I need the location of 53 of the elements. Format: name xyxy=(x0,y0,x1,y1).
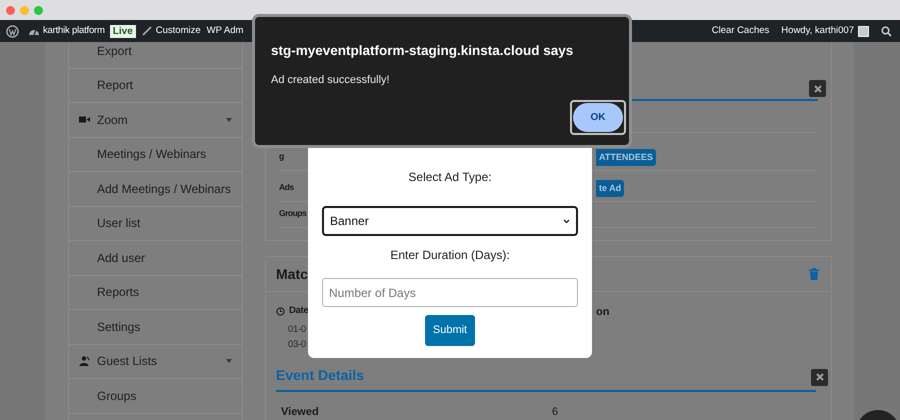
sidebar-menu-item[interactable]: User list xyxy=(69,206,242,241)
sidebar-menu-item[interactable]: Add Meetings / Webinars xyxy=(69,172,242,206)
dropdown-arrow-icon xyxy=(226,118,232,122)
row-label: Viewed xyxy=(280,404,320,420)
duration-input[interactable]: Number of Days xyxy=(322,278,578,307)
sidebar-menu-item[interactable]: Settings xyxy=(69,310,242,344)
chevron-down-icon xyxy=(563,218,570,224)
field-label: Enter Duration (Days): xyxy=(390,247,510,264)
live-badge: Live xyxy=(110,24,136,38)
close-button[interactable] xyxy=(811,368,828,386)
sidebar-menu-item[interactable]: Reports xyxy=(69,276,242,310)
sidebar-menu-item[interactable]: Zoom xyxy=(69,103,242,138)
clock-icon xyxy=(276,306,285,316)
admin-menu-link[interactable]: WP Adm xyxy=(206,24,244,38)
video-camera-icon xyxy=(79,116,90,124)
section-title: Event Details xyxy=(276,366,364,384)
date-label: Date xyxy=(289,304,308,318)
menu-label: Zoom xyxy=(97,112,129,129)
dropdown-arrow-icon xyxy=(226,359,232,364)
action-button[interactable]: te Ad xyxy=(596,180,624,197)
submit-button[interactable]: Submit xyxy=(425,315,475,346)
wordpress-logo-icon[interactable] xyxy=(6,24,19,38)
account-link[interactable]: Howdy, karthi007 xyxy=(781,24,854,38)
sidebar-menu-item[interactable]: Guest Lists xyxy=(69,344,242,379)
search-icon[interactable] xyxy=(881,26,892,36)
sidebar-menu-item[interactable]: Groups xyxy=(69,379,242,414)
row-value: 6 xyxy=(552,404,558,420)
avatar-icon xyxy=(858,26,869,36)
close-button[interactable] xyxy=(809,80,826,97)
alert-message: Ad created successfully! xyxy=(271,73,391,88)
sidebar-menu-item[interactable]: Meetings / Webinars xyxy=(69,138,242,172)
row-label: g xyxy=(279,150,284,164)
menu-label: Guest Lists xyxy=(97,353,158,370)
field-label: Select Ad Type: xyxy=(408,169,492,186)
row-label: Groups xyxy=(279,207,306,220)
date-text: 01-0 xyxy=(288,322,306,336)
close-icon xyxy=(816,373,824,381)
ok-button[interactable]: OK xyxy=(573,102,623,132)
window-control[interactable] xyxy=(6,6,15,14)
close-icon xyxy=(814,84,822,92)
card-title: Matc xyxy=(276,264,308,284)
sidebar-menu-item[interactable]: Report xyxy=(69,68,242,103)
ad-type-select[interactable]: Banner xyxy=(322,206,578,236)
sidebar-menu-item[interactable]: Add user xyxy=(69,241,242,276)
row-label: Ads xyxy=(279,181,294,194)
sidebar-menu-item[interactable]: Export xyxy=(69,42,242,68)
site-name-link[interactable]: karthik platform xyxy=(43,24,105,38)
alert-title: stg-myeventplatform-staging.kinsta.cloud says xyxy=(271,42,574,60)
date-text: 03-0 xyxy=(288,338,306,352)
customize-link[interactable]: Customize xyxy=(156,24,201,38)
column-heading: on xyxy=(596,305,610,320)
clear-caches-link[interactable]: Clear Caches xyxy=(712,24,770,38)
action-button[interactable]: ATTENDEES xyxy=(596,149,656,166)
